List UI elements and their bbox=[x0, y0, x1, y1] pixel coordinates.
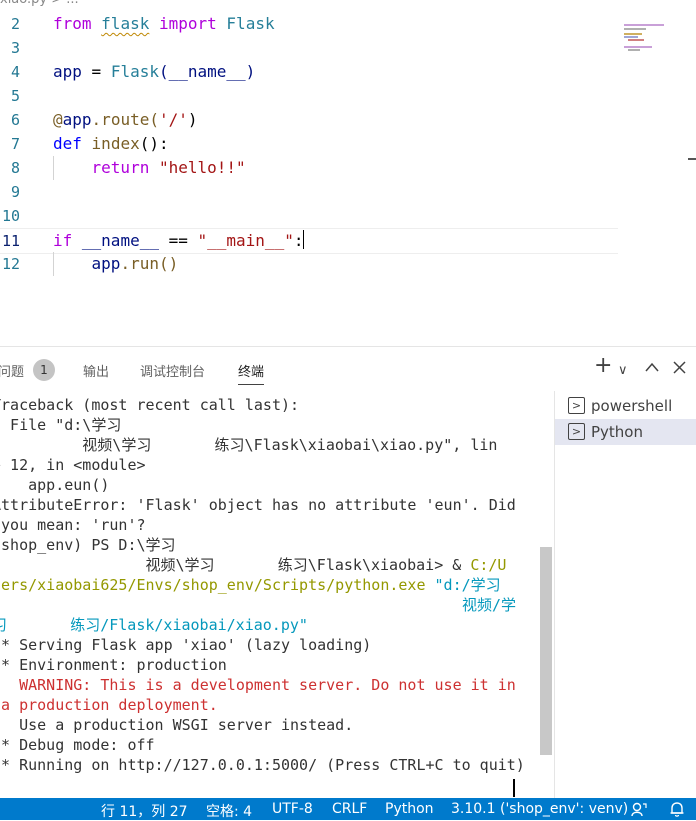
indentation-setting[interactable]: 空格: 4 bbox=[206, 801, 252, 821]
code-line[interactable]: 8 return "hello!!" bbox=[0, 156, 618, 180]
close-icon[interactable] bbox=[673, 361, 686, 374]
terminal-line: * Running on http://127.0.0.1:5000/ (Pre… bbox=[0, 756, 525, 774]
code-text: from flask import Flask bbox=[53, 14, 275, 33]
tab-output[interactable]: 输出 bbox=[83, 361, 109, 380]
minimap[interactable] bbox=[624, 24, 690, 64]
code-line[interactable]: 5 bbox=[0, 84, 618, 108]
tab-terminal[interactable]: 终端 bbox=[238, 361, 265, 385]
terminal-line: File "d:\学习 bbox=[0, 416, 122, 434]
minimap-line bbox=[628, 39, 644, 41]
terminal-line: app.eun() bbox=[0, 476, 110, 494]
code-text: if __name__ == "__main__": bbox=[53, 231, 304, 250]
code-editor[interactable]: 2 from flask import Flask 3 4 app = Flas… bbox=[0, 12, 696, 346]
chevron-down-icon[interactable]: ∨ bbox=[618, 362, 628, 380]
language-mode[interactable]: Python bbox=[385, 801, 434, 817]
line-number: 5 bbox=[10, 87, 20, 105]
code-line[interactable]: 2 from flask import Flask bbox=[0, 12, 618, 36]
breadcrumb[interactable]: xiao.py > ... bbox=[0, 0, 79, 8]
code-line[interactable]: 4 app = Flask(__name__) bbox=[0, 60, 618, 84]
terminal-cursor bbox=[513, 779, 515, 797]
problems-count-badge: 1 bbox=[33, 359, 55, 381]
line-number: 10 bbox=[1, 207, 20, 225]
plus-icon[interactable]: + bbox=[594, 355, 612, 377]
line-number: 4 bbox=[10, 63, 20, 81]
code-line[interactable]: 6 @app.route('/') bbox=[0, 108, 618, 132]
scrollbar-marker bbox=[688, 158, 696, 160]
bottom-panel: 问题 1 输出 调试控制台 终端 + ∨ Traceback (most rec… bbox=[0, 346, 696, 801]
chevron-up-icon[interactable] bbox=[645, 362, 659, 372]
terminal-line: 视频\学习 练习\Flask\xiaobai> & C:/U bbox=[0, 556, 507, 574]
terminal-line: e 12, in <module> bbox=[0, 456, 146, 474]
code-text: return "hello!!" bbox=[91, 158, 246, 177]
minimap-line bbox=[624, 33, 642, 35]
line-number: 8 bbox=[10, 159, 20, 177]
panel-tab-bar: 问题 1 输出 调试控制台 终端 + ∨ bbox=[0, 347, 696, 387]
line-number: 7 bbox=[10, 135, 20, 153]
terminal-line: you mean: 'run'? bbox=[0, 516, 146, 534]
terminal-line: * Serving Flask app 'xiao' (lazy loading… bbox=[0, 636, 372, 654]
terminal-line: AttributeError: 'Flask' object has no at… bbox=[0, 496, 516, 514]
minimap-line bbox=[628, 49, 640, 51]
code-text: @app.route('/') bbox=[53, 110, 198, 129]
tab-debug-console[interactable]: 调试控制台 bbox=[140, 361, 205, 380]
minimap-line bbox=[624, 46, 652, 48]
code-line[interactable]: 9 bbox=[0, 180, 618, 204]
terminal-icon: > bbox=[568, 397, 585, 414]
terminal-line: * Environment: production bbox=[0, 656, 227, 674]
status-bar: 行 11，列 27 空格: 4 UTF-8 CRLF Python 3.10.1… bbox=[0, 798, 696, 820]
minimap-line bbox=[624, 28, 646, 30]
minimap-line bbox=[624, 36, 638, 38]
terminal-instance-label: powershell bbox=[591, 397, 673, 415]
code-line[interactable]: 7 def index(): bbox=[0, 132, 618, 156]
code-line[interactable]: 12 app.run() bbox=[0, 252, 618, 276]
code-text: app = Flask(__name__) bbox=[53, 62, 256, 81]
eol-setting[interactable]: CRLF bbox=[332, 801, 367, 817]
encoding-setting[interactable]: UTF-8 bbox=[272, 801, 313, 817]
terminal-line: 视频/学 bbox=[462, 596, 517, 614]
code-text: def index(): bbox=[53, 134, 169, 153]
line-number: 9 bbox=[10, 183, 20, 201]
terminal-instance-label: Python bbox=[591, 423, 643, 441]
terminal-line: (shop_env) PS D:\学习 bbox=[0, 536, 176, 554]
python-interpreter[interactable]: 3.10.1 ('shop_env': venv) bbox=[451, 801, 628, 817]
current-code-line[interactable]: 11 if __name__ == "__main__": bbox=[0, 228, 618, 254]
code-line[interactable]: 10 bbox=[0, 204, 618, 228]
terminal-line: * Debug mode: off bbox=[0, 736, 155, 754]
text-cursor bbox=[303, 230, 304, 249]
tab-problems[interactable]: 问题 bbox=[0, 361, 24, 380]
terminal-line: 习 练习/Flask/xiaobai/xiao.py" bbox=[0, 616, 308, 634]
code-text: app.run() bbox=[91, 254, 179, 273]
terminal-instance-python[interactable]: > Python bbox=[555, 419, 696, 445]
indent-guide bbox=[53, 156, 54, 180]
terminal-icon: > bbox=[568, 423, 585, 440]
bell-icon[interactable] bbox=[669, 801, 685, 817]
terminal-instance-powershell[interactable]: > powershell bbox=[555, 393, 696, 419]
terminal-scrollbar[interactable] bbox=[540, 547, 552, 755]
terminal-line: sers/xiaobai625/Envs/shop_env/Scripts/py… bbox=[0, 576, 501, 594]
feedback-icon[interactable] bbox=[631, 801, 647, 817]
terminal-line: Traceback (most recent call last): bbox=[0, 396, 300, 414]
line-number: 2 bbox=[10, 15, 20, 33]
terminal-output[interactable]: Traceback (most recent call last): File … bbox=[0, 391, 528, 801]
terminal-line: 视频\学习 练习\Flask\xiaobai\xiao.py", lin bbox=[0, 436, 498, 454]
line-number: 12 bbox=[1, 255, 20, 273]
line-number: 6 bbox=[10, 111, 20, 129]
line-number: 3 bbox=[10, 39, 20, 57]
terminal-warning-line: a production deployment. bbox=[0, 696, 218, 714]
cursor-position[interactable]: 行 11，列 27 bbox=[101, 801, 188, 821]
terminal-warning-line: WARNING: This is a development server. D… bbox=[0, 676, 516, 694]
terminal-line: Use a production WSGI server instead. bbox=[0, 716, 354, 734]
code-line[interactable]: 3 bbox=[0, 36, 618, 60]
terminal-instance-list: > powershell > Python bbox=[554, 391, 696, 801]
minimap-line bbox=[624, 24, 664, 26]
indent-guide bbox=[53, 252, 54, 276]
line-number: 11 bbox=[1, 232, 20, 250]
